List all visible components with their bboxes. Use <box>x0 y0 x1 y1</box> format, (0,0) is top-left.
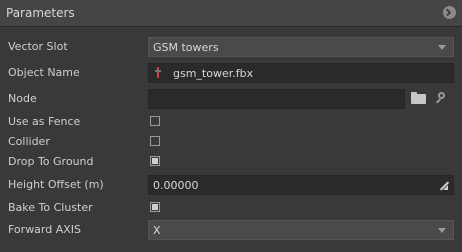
bake-to-cluster-row: Bake To Cluster <box>0 198 462 218</box>
collider-label: Collider <box>8 135 50 148</box>
height-offset-label: Height Offset (m) <box>8 178 104 191</box>
parameters-panel: Parameters Vector Slot GSM towers Object… <box>0 0 462 252</box>
search-icon[interactable] <box>435 92 447 104</box>
object-name-field[interactable]: gsm_tower.fbx <box>148 63 454 83</box>
vector-slot-row: Vector Slot GSM towers <box>0 37 462 57</box>
chevron-down-icon <box>438 45 446 50</box>
vector-slot-label: Vector Slot <box>8 40 68 53</box>
file-icon <box>155 67 161 78</box>
panel-title: Parameters <box>6 6 75 20</box>
drop-to-ground-checkbox[interactable] <box>150 156 160 166</box>
bake-to-cluster-checkbox[interactable] <box>150 202 160 212</box>
use-as-fence-row: Use as Fence <box>0 112 462 132</box>
forward-axis-row: Forward AXIS X <box>0 220 462 240</box>
node-label: Node <box>8 92 37 105</box>
forward-axis-label: Forward AXIS <box>8 223 82 236</box>
drop-to-ground-label: Drop To Ground <box>8 155 94 168</box>
drag-adjust-icon[interactable] <box>439 181 448 190</box>
vector-slot-select[interactable]: GSM towers <box>148 37 454 57</box>
object-name-label: Object Name <box>8 66 80 79</box>
node-row: Node <box>0 89 462 109</box>
object-name-row: Object Name gsm_tower.fbx <box>0 63 462 83</box>
height-offset-row: Height Offset (m) 0.00000 <box>0 175 462 195</box>
height-offset-input[interactable]: 0.00000 <box>148 175 454 195</box>
use-as-fence-checkbox[interactable] <box>150 116 160 126</box>
bake-to-cluster-label: Bake To Cluster <box>8 201 93 214</box>
collider-checkbox[interactable] <box>150 136 160 146</box>
panel-header: Parameters <box>0 0 462 27</box>
collapse-icon[interactable] <box>443 6 456 19</box>
drop-to-ground-row: Drop To Ground <box>0 152 462 172</box>
forward-axis-value: X <box>153 224 161 237</box>
chevron-down-icon <box>438 228 446 233</box>
height-offset-value: 0.00000 <box>153 179 199 192</box>
use-as-fence-label: Use as Fence <box>8 115 81 128</box>
node-input[interactable] <box>148 89 405 109</box>
collider-row: Collider <box>0 132 462 152</box>
vector-slot-value: GSM towers <box>153 41 219 54</box>
object-name-value: gsm_tower.fbx <box>173 67 254 80</box>
folder-icon[interactable] <box>411 92 426 104</box>
forward-axis-select[interactable]: X <box>148 220 454 240</box>
